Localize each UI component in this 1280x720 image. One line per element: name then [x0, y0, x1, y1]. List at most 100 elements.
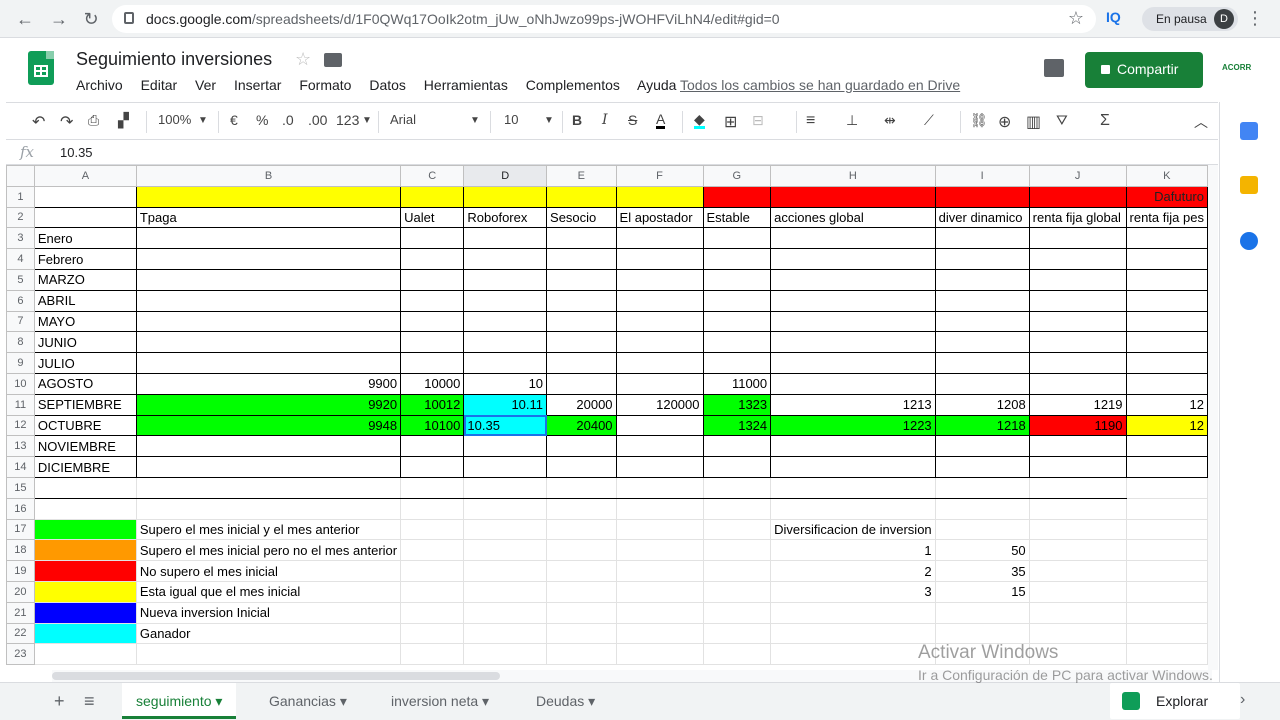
cell-f1[interactable]	[615, 185, 704, 208]
cell-e7[interactable]	[546, 310, 617, 333]
cell-c15[interactable]	[400, 476, 465, 499]
cell-g19[interactable]	[702, 560, 772, 582]
redo-icon[interactable]: ↷	[60, 112, 73, 132]
cell-b3[interactable]	[135, 227, 402, 250]
col-header-i[interactable]: I	[934, 165, 1030, 187]
cell-i4[interactable]	[934, 248, 1030, 270]
browser-menu-icon[interactable]: ⋮	[1246, 8, 1264, 29]
cell-h2[interactable]: acciones global	[770, 206, 936, 229]
menu-datos[interactable]: Datos	[369, 77, 406, 93]
cell-i21[interactable]	[934, 601, 1030, 624]
cell-i14[interactable]	[934, 456, 1030, 478]
cell-c4[interactable]	[400, 248, 465, 270]
row-header[interactable]: 16	[6, 497, 35, 520]
cell-h8[interactable]	[770, 331, 936, 354]
cell-e19[interactable]	[546, 560, 617, 582]
insert-comment-icon[interactable]: ⊕	[998, 112, 1011, 132]
forward-icon[interactable]: →	[48, 8, 70, 30]
cell-j11[interactable]: 1219	[1028, 393, 1127, 416]
cell-g5[interactable]	[702, 268, 772, 291]
cell-f9[interactable]	[615, 352, 704, 374]
cell-a3[interactable]: Enero	[33, 227, 137, 250]
cell-c10[interactable]: 10000	[400, 372, 465, 395]
cell-f21[interactable]	[615, 601, 704, 624]
all-sheets-icon[interactable]: ≡	[84, 691, 95, 712]
cell-i3[interactable]	[934, 227, 1030, 250]
row-header[interactable]: 5	[6, 268, 35, 291]
legend-swatch[interactable]	[33, 560, 137, 582]
cell-g21[interactable]	[702, 601, 772, 624]
cell-f5[interactable]	[615, 268, 704, 291]
cell-h10[interactable]	[770, 372, 936, 395]
col-header-c[interactable]: C	[400, 165, 465, 187]
cell-b5[interactable]	[135, 268, 402, 291]
col-header-d[interactable]: D	[463, 165, 548, 187]
cell-b10[interactable]: 9900	[135, 372, 402, 395]
cell-d7[interactable]	[463, 310, 548, 333]
col-header-e[interactable]: E	[546, 165, 617, 187]
cell-b20[interactable]: Esta igual que el mes inicial	[135, 580, 402, 603]
tab-ganancias[interactable]: Ganancias ▾	[255, 683, 361, 719]
cell-c23[interactable]	[400, 643, 465, 666]
url-text[interactable]: docs.google.com/spreadsheets/d/1F0QWq17O…	[146, 11, 780, 27]
cell-i18[interactable]: 50	[934, 539, 1030, 562]
fill-color-icon[interactable]: ◆	[694, 112, 705, 129]
cell-a15[interactable]	[33, 476, 137, 499]
cell-k10[interactable]	[1125, 372, 1208, 395]
cell-j14[interactable]	[1028, 456, 1127, 478]
cell-g1[interactable]	[702, 185, 772, 208]
tab-seguimiento[interactable]: seguimiento ▾	[122, 683, 237, 719]
cell-i6[interactable]	[934, 289, 1030, 312]
cell-k16[interactable]	[1125, 497, 1208, 520]
link-icon[interactable]: ⛓	[970, 112, 988, 129]
cell-h12[interactable]: 1223	[770, 414, 936, 437]
cell-k15[interactable]	[1125, 476, 1208, 499]
cell-k14[interactable]	[1125, 456, 1208, 478]
cell-e23[interactable]	[546, 643, 617, 666]
cell-e4[interactable]	[546, 248, 617, 270]
cell-j2[interactable]: renta fija global	[1028, 206, 1127, 229]
bold-button[interactable]: B	[572, 112, 582, 128]
undo-icon[interactable]: ↶	[32, 112, 45, 132]
star-icon[interactable]: ☆	[295, 49, 311, 70]
cell-a14[interactable]: DICIEMBRE	[33, 456, 137, 478]
cell-g9[interactable]	[702, 352, 772, 374]
row-header[interactable]: 14	[6, 456, 35, 478]
cell-f13[interactable]	[615, 435, 704, 458]
cell-e9[interactable]	[546, 352, 617, 374]
cell-e1[interactable]	[546, 185, 617, 208]
cell-d17[interactable]	[463, 518, 548, 541]
cell-h4[interactable]	[770, 248, 936, 270]
cell-g7[interactable]	[702, 310, 772, 333]
menu-insertar[interactable]: Insertar	[234, 77, 281, 93]
extension-iq-icon[interactable]: IQ	[1106, 9, 1121, 25]
cell-j20[interactable]	[1028, 580, 1127, 603]
cell-a16[interactable]	[33, 497, 137, 520]
tasks-icon[interactable]	[1240, 232, 1258, 250]
saved-status-link[interactable]: Todos los cambios se han guardado en Dri…	[680, 77, 960, 93]
col-header-g[interactable]: G	[702, 165, 772, 187]
cell-g20[interactable]	[702, 580, 772, 603]
cell-j22[interactable]	[1028, 622, 1127, 645]
cell-g18[interactable]	[702, 539, 772, 562]
cell-d20[interactable]	[463, 580, 548, 603]
cell-e20[interactable]	[546, 580, 617, 603]
align-horizontal-icon[interactable]: ≡	[806, 112, 815, 130]
col-header-f[interactable]: F	[615, 165, 704, 187]
row-header[interactable]: 8	[6, 331, 35, 354]
cell-b17[interactable]: Supero el mes inicial y el mes anterior	[135, 518, 402, 541]
menu-formato[interactable]: Formato	[299, 77, 351, 93]
row-header[interactable]: 3	[6, 227, 35, 250]
row-header[interactable]: 17	[6, 518, 35, 541]
cell-j17[interactable]	[1028, 518, 1127, 541]
legend-swatch[interactable]	[33, 580, 137, 603]
row-header[interactable]: 23	[6, 643, 35, 666]
address-bar[interactable]: docs.google.com/spreadsheets/d/1F0QWq17O…	[112, 5, 1096, 33]
cell-k20[interactable]	[1125, 580, 1208, 603]
cell-c5[interactable]	[400, 268, 465, 291]
cell-g4[interactable]	[702, 248, 772, 270]
cell-e18[interactable]	[546, 539, 617, 562]
cell-j10[interactable]	[1028, 372, 1127, 395]
cell-i19[interactable]: 35	[934, 560, 1030, 582]
cell-c7[interactable]	[400, 310, 465, 333]
